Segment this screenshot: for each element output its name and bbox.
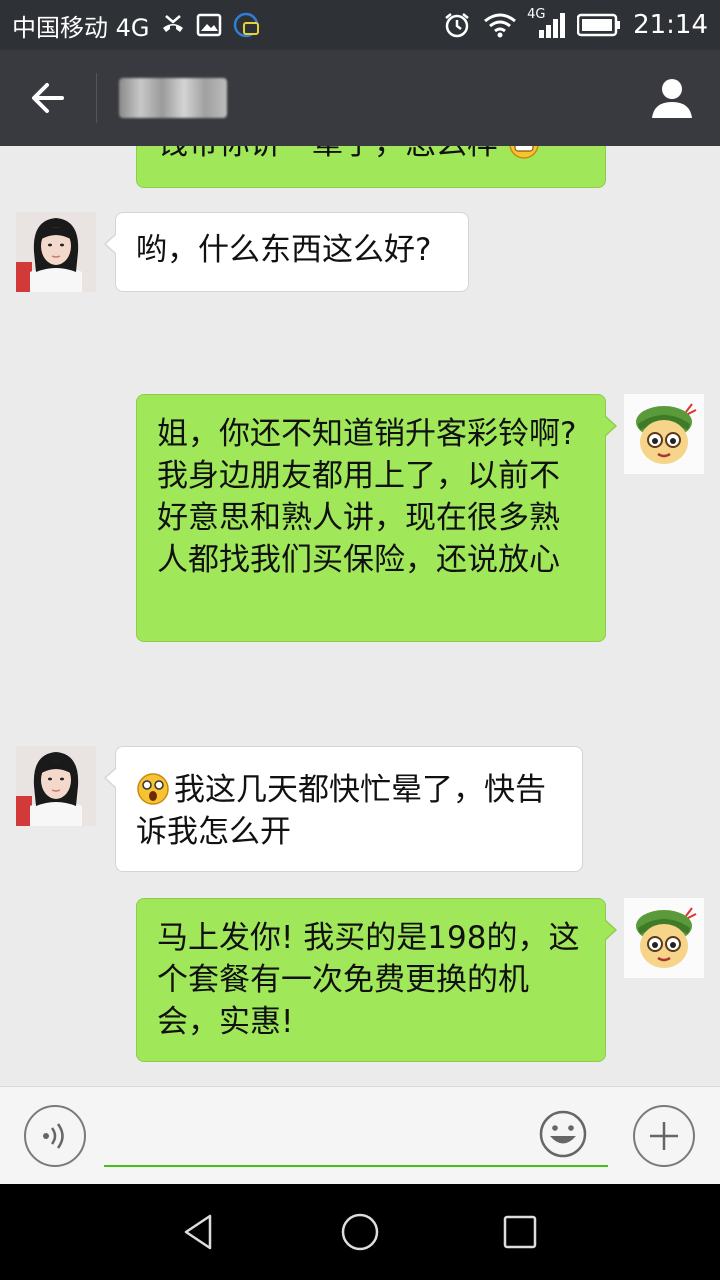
message-text: 姐，你还不知道销升客彩铃啊? 我身边朋友都用上了，以前不好意思和熟人讲，现在很多…	[157, 416, 577, 578]
battery-icon	[577, 12, 621, 38]
message-bubble-outgoing[interactable]: 姐，你还不知道销升客彩铃啊? 我身边朋友都用上了，以前不好意思和熟人讲，现在很多…	[136, 394, 617, 642]
app-notification-icon	[232, 11, 260, 39]
smiley-icon	[539, 1110, 587, 1158]
nav-recents-button[interactable]	[480, 1192, 560, 1272]
input-bar	[0, 1086, 720, 1184]
nav-back-button[interactable]	[160, 1192, 240, 1272]
more-button[interactable]	[633, 1105, 695, 1167]
chat-title	[119, 78, 227, 118]
message-bubble-outgoing[interactable]: 钱带你讲一辈子，怎么样	[136, 146, 606, 188]
status-bar: 中国移动 4G 4G 21:14	[0, 0, 720, 50]
message-text: 哟，什么东西这么好?	[136, 232, 432, 268]
message-list[interactable]: 钱带你讲一辈子，怎么样 哟，什么东西这么好?	[0, 146, 720, 1086]
home-circle-icon	[341, 1213, 379, 1251]
voice-icon	[43, 1123, 64, 1149]
image-icon	[196, 12, 222, 38]
message-text: 钱带你讲一辈子，怎么样	[157, 146, 498, 165]
back-triangle-icon	[184, 1214, 212, 1250]
wifi-icon	[483, 11, 517, 39]
message-input[interactable]	[104, 1105, 608, 1167]
back-button[interactable]	[0, 50, 96, 146]
grin-emoji	[509, 146, 539, 159]
message-text: 马上发你! 我买的是198的，这个套餐有一次免费更换的机会，实惠!	[157, 920, 580, 1040]
system-nav-bar	[0, 1184, 720, 1280]
my-avatar[interactable]	[624, 898, 704, 978]
dizzy-emoji	[137, 773, 169, 805]
nav-home-button[interactable]	[320, 1192, 400, 1272]
message-bubble-incoming[interactable]: 我这几天都快忙晕了，快告诉我怎么开	[104, 746, 583, 872]
signal-icon: 4G	[527, 7, 566, 39]
chat-info-button[interactable]	[624, 50, 720, 146]
arrow-left-icon	[32, 83, 64, 113]
my-avatar[interactable]	[624, 394, 704, 474]
carrier-label: 中国移动 4G	[12, 13, 150, 42]
plus-icon	[650, 1122, 678, 1150]
header-divider	[96, 73, 97, 123]
contact-avatar[interactable]	[16, 212, 96, 292]
alarm-icon	[443, 11, 471, 39]
network-badge: 4G	[527, 7, 546, 22]
message-text: 我这几天都快忙晕了，快告诉我怎么开	[136, 772, 546, 850]
contact-avatar[interactable]	[16, 746, 96, 826]
chat-header	[0, 50, 720, 146]
clock: 21:14	[633, 10, 708, 40]
voice-button[interactable]	[24, 1105, 86, 1167]
person-icon	[652, 79, 692, 118]
emoji-button[interactable]	[538, 1109, 588, 1159]
message-bubble-outgoing[interactable]: 马上发你! 我买的是198的，这个套餐有一次免费更换的机会，实惠!	[136, 898, 617, 1062]
recents-square-icon	[503, 1215, 537, 1249]
missed-call-icon	[160, 12, 186, 38]
message-bubble-incoming[interactable]: 哟，什么东西这么好?	[104, 212, 469, 292]
